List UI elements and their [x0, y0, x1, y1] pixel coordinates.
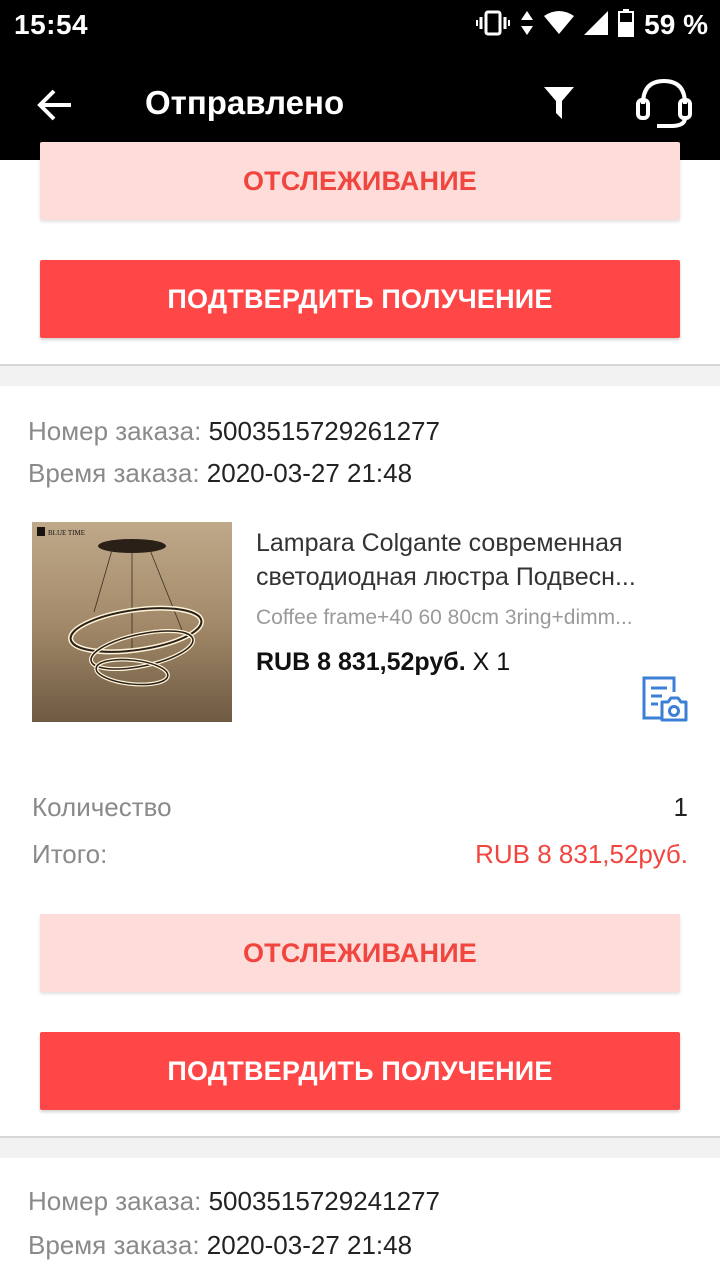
status-time: 15:54: [14, 9, 89, 40]
product-price: RUB 8 831,52руб. X 1: [256, 648, 510, 677]
total-label: Итого:: [32, 839, 108, 869]
snapshot-icon[interactable]: [640, 674, 688, 724]
product-name-line-1: Lampara Colgante современная: [256, 529, 623, 557]
order-card: ОТСЛЕЖИВАНИЕ ПОДТВЕРДИТЬ ПОЛУЧЕНИЕ: [0, 142, 720, 366]
order-time-value: 2020-03-27 21:48: [206, 1230, 413, 1260]
track-button[interactable]: ОТСЛЕЖИВАНИЕ: [40, 142, 680, 220]
data-arrows-icon: [520, 10, 534, 41]
order-number: Номер заказа: 5003515729241277: [28, 1186, 440, 1217]
order-number-value: 5003515729261277: [208, 416, 440, 446]
headset-icon[interactable]: [632, 74, 696, 134]
order-card: Номер заказа: 5003515729261277 Время зак…: [0, 386, 720, 1138]
order-time-label: Время заказа:: [28, 1230, 200, 1260]
product-image[interactable]: BLUE TIME: [32, 522, 232, 722]
track-button[interactable]: ОТСЛЕЖИВАНИЕ: [40, 914, 680, 992]
confirm-receipt-button[interactable]: ПОДТВЕРДИТЬ ПОЛУЧЕНИЕ: [40, 260, 680, 338]
battery-icon: [618, 8, 635, 42]
signal-icon: [584, 10, 609, 40]
filter-icon[interactable]: [536, 80, 582, 126]
product-image-brand: BLUE TIME: [48, 529, 85, 537]
order-number-value: 5003515729241277: [208, 1186, 440, 1216]
order-time: Время заказа: 2020-03-27 21:48: [28, 1230, 412, 1261]
product-variant: Coffee frame+40 60 80cm 3ring+dimm...: [256, 606, 633, 629]
wifi-icon: [544, 10, 575, 40]
order-number-label: Номер заказа:: [28, 1186, 202, 1216]
product-price-value: RUB 8 831,52руб.: [256, 648, 466, 676]
order-number-label: Номер заказа:: [28, 416, 202, 446]
battery-percent: 59 %: [644, 9, 708, 40]
quantity-row: Количество 1: [32, 792, 688, 823]
quantity-value: 1: [673, 792, 688, 822]
order-time-label: Время заказа:: [28, 458, 200, 488]
quantity-label: Количество: [32, 792, 172, 822]
order-card: Номер заказа: 5003515729241277 Время зак…: [0, 1158, 720, 1280]
status-bar: 15:54 59 %: [0, 0, 720, 50]
order-time-value: 2020-03-27 21:48: [206, 458, 413, 488]
back-arrow-icon[interactable]: [30, 80, 80, 130]
order-number: Номер заказа: 5003515729261277: [28, 416, 440, 447]
total-value: RUB 8 831,52руб.: [475, 839, 688, 869]
product-name[interactable]: Lampara Colgante современная светодиодна…: [256, 526, 688, 594]
product-name-line-2: светодиодная люстра Подвесн...: [256, 563, 636, 591]
total-row: Итого: RUB 8 831,52руб.: [32, 839, 688, 870]
order-time: Время заказа: 2020-03-27 21:48: [28, 458, 412, 489]
page-title: Отправлено: [145, 84, 345, 121]
confirm-receipt-button[interactable]: ПОДТВЕРДИТЬ ПОЛУЧЕНИЕ: [40, 1032, 680, 1110]
vibrate-icon: [476, 10, 511, 41]
status-icons: 59 %: [476, 8, 708, 42]
product-qty: X 1: [472, 648, 511, 676]
